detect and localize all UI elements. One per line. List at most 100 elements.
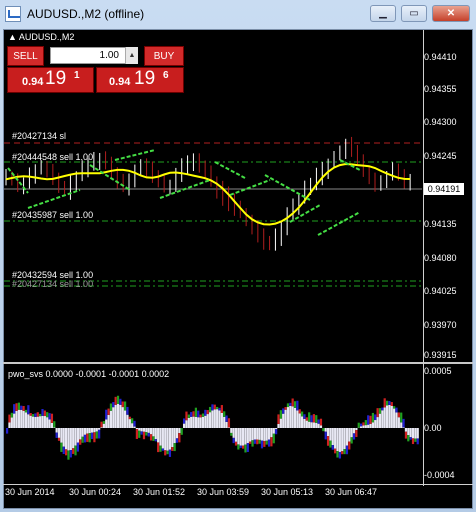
indicator-bar xyxy=(244,444,247,453)
indicator-bar xyxy=(31,414,35,417)
indicator-bar xyxy=(65,428,68,450)
sell-button[interactable]: SELL xyxy=(7,46,44,66)
indicator-bar xyxy=(50,422,54,428)
buy-button[interactable]: BUY xyxy=(144,46,184,66)
indicator-bar xyxy=(126,406,129,415)
indicator-bar xyxy=(88,428,91,434)
indicator-bar xyxy=(272,433,275,444)
buy-price-box[interactable]: 0.94 19 6 xyxy=(96,67,184,93)
indicator-bar xyxy=(69,428,72,451)
indicator-bar xyxy=(374,420,377,428)
indicator-bar xyxy=(282,408,285,414)
price-tick: 0.94080 xyxy=(424,253,457,263)
indicator-bar xyxy=(74,445,77,456)
indicator-tick: -0.0004 xyxy=(424,470,455,480)
trend-segment xyxy=(214,161,246,179)
indicator-bar xyxy=(343,449,346,455)
indicator-bar xyxy=(211,404,214,411)
indicator-bar xyxy=(126,414,129,428)
trend-segment xyxy=(114,149,156,161)
buy-price-sup: 6 xyxy=(163,70,169,81)
indicator-bar xyxy=(277,423,280,428)
indicator-bar xyxy=(114,396,117,405)
order-line-label[interactable]: #20427134 sell 1.00 xyxy=(12,279,93,289)
indicator-bar xyxy=(225,421,228,428)
indicator-bar xyxy=(147,428,150,433)
indicator-bar xyxy=(90,428,94,433)
indicator-bar xyxy=(178,428,181,434)
indicator-bar xyxy=(305,417,308,421)
indicator-bar xyxy=(192,411,195,417)
indicator-bar xyxy=(369,423,372,428)
indicator-bar xyxy=(109,410,113,428)
order-line-label[interactable]: #20444548 sell 1.00 xyxy=(12,152,93,162)
indicator-bar xyxy=(263,440,266,447)
indicator-bar xyxy=(409,437,412,440)
indicator-bar xyxy=(149,434,153,441)
indicator-bar xyxy=(154,428,157,440)
indicator-bar xyxy=(112,402,115,408)
time-tick: 30 Jun 06:47 xyxy=(325,487,378,497)
indicator-bar xyxy=(225,415,228,422)
indicator-bar xyxy=(303,418,306,428)
order-line-label[interactable]: #20427134 sl xyxy=(12,131,66,141)
indicator-bar xyxy=(411,428,415,439)
indicator-bar xyxy=(348,441,351,450)
order-line-label[interactable]: #20435987 sell 1.00 xyxy=(12,210,93,220)
indicator-bar xyxy=(15,403,18,411)
indicator-bar xyxy=(400,422,403,428)
indicator-bar xyxy=(194,407,197,417)
indicator-bar xyxy=(131,423,134,428)
indicator-bar xyxy=(383,407,386,428)
indicator-bar xyxy=(76,442,79,452)
indicator-bar xyxy=(376,408,379,418)
indicator-bar xyxy=(164,428,167,451)
indicator-bar xyxy=(41,415,44,428)
indicator-bar xyxy=(173,428,176,444)
indicator-bar xyxy=(39,416,42,428)
indicator-bar xyxy=(48,419,51,428)
sell-price-box[interactable]: 0.94 19 1 xyxy=(7,67,94,93)
indicator-bar xyxy=(414,428,417,439)
indicator-bar xyxy=(409,428,412,438)
panel-separator[interactable] xyxy=(3,362,473,364)
indicator-bar xyxy=(364,425,367,428)
indicator-bar xyxy=(319,425,323,428)
indicator-bar xyxy=(211,410,214,428)
indicator-bar xyxy=(338,428,341,452)
indicator-bar xyxy=(312,414,315,423)
indicator-bar xyxy=(390,402,393,406)
indicator-bar xyxy=(102,423,105,428)
indicator-bar xyxy=(336,428,339,452)
indicator-bar xyxy=(286,407,290,428)
indicator-bar xyxy=(105,409,108,420)
indicator-bar xyxy=(46,412,49,418)
indicator-bar xyxy=(218,407,221,411)
indicator-bar xyxy=(223,416,226,428)
indicator-bar xyxy=(29,415,32,428)
indicator-bar xyxy=(411,438,415,445)
lot-increase-button[interactable]: ▲ xyxy=(125,47,138,64)
indicator-bar xyxy=(237,444,240,450)
indicator-bar xyxy=(175,438,179,443)
indicator-bar xyxy=(157,442,160,453)
indicator-bar xyxy=(105,419,108,428)
indicator-bar xyxy=(86,433,89,442)
indicator-bar xyxy=(326,436,330,446)
indicator-bar xyxy=(329,440,332,448)
indicator-bar xyxy=(201,416,205,428)
indicator-bar xyxy=(10,412,13,418)
indicator-bar xyxy=(50,413,54,423)
indicator-bar xyxy=(171,447,174,451)
indicator-bar xyxy=(199,417,202,428)
indicator-bar xyxy=(400,412,403,423)
indicator-bar xyxy=(239,428,242,446)
indicator-bar xyxy=(116,395,120,405)
indicator-bar xyxy=(15,410,18,428)
indicator-bar xyxy=(69,450,72,458)
indicator-bar xyxy=(43,416,46,428)
indicator-bar xyxy=(55,428,58,433)
indicator-bar xyxy=(206,414,209,428)
indicator-bar xyxy=(107,408,110,416)
indicator-bar xyxy=(116,404,120,428)
